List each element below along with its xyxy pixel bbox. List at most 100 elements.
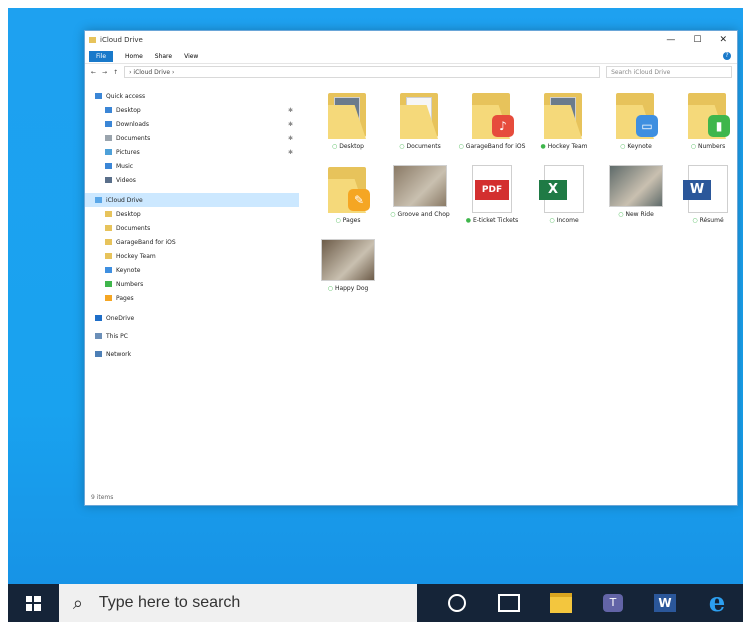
sync-status-icon: ○	[458, 143, 464, 150]
edge-button[interactable]: e	[691, 584, 743, 622]
folder-icon	[95, 351, 102, 357]
file-tile[interactable]: ● Hockey Team	[529, 91, 599, 150]
nav-item-quick[interactable]: Downloads ✱	[85, 117, 299, 131]
folder-icon	[326, 91, 370, 139]
folder-icon: ♪	[470, 91, 514, 139]
nav-item-quick[interactable]: Videos	[85, 173, 299, 187]
nav-item-quick[interactable]: Desktop ✱	[85, 103, 299, 117]
file-label: ○ GarageBand for iOS	[457, 143, 527, 150]
sync-status-icon: ○	[332, 143, 338, 150]
help-icon[interactable]: ?	[723, 52, 731, 60]
file-tile[interactable]: ▮ ○ Numbers	[673, 91, 743, 150]
file-tile[interactable]: ▭ ○ Keynote	[601, 91, 671, 150]
folder-icon	[105, 211, 112, 217]
excel-icon: X	[539, 165, 584, 213]
task-view-button[interactable]	[483, 584, 535, 622]
windows-icon	[25, 595, 41, 611]
nav-label: Desktop	[116, 210, 141, 218]
minimize-button[interactable]: —	[666, 35, 675, 45]
file-label: ○ Documents	[385, 143, 455, 150]
file-explorer-window: iCloud Drive — ☐ ✕ File Home Share View …	[84, 30, 738, 506]
file-tile[interactable]: ○ Happy Dog	[313, 239, 383, 292]
file-tile[interactable]: ♪ ○ GarageBand for iOS	[457, 91, 527, 150]
sync-status-icon: ○	[335, 217, 341, 224]
file-explorer-button[interactable]	[535, 584, 587, 622]
file-name: GarageBand for iOS	[465, 143, 526, 150]
teams-icon: T	[603, 594, 623, 612]
folder-icon	[105, 149, 112, 155]
sync-status-icon: ○	[620, 143, 626, 150]
folder-icon	[95, 315, 102, 321]
nav-item-quick[interactable]: Pictures ✱	[85, 145, 299, 159]
tab-home[interactable]: Home	[125, 53, 143, 60]
nav-item-quick[interactable]: Music	[85, 159, 299, 173]
start-button[interactable]	[8, 584, 59, 622]
nav-label: iCloud Drive	[106, 196, 143, 204]
sync-status-icon: ○	[399, 143, 405, 150]
tab-share[interactable]: Share	[155, 53, 172, 60]
quick-access-toolbar-icon[interactable]	[89, 37, 96, 43]
file-tile[interactable]: PDF ● E-ticket Tickets	[457, 165, 527, 224]
address-bar[interactable]: › iCloud Drive ›	[124, 66, 601, 78]
nav-item-icloud[interactable]: Keynote	[85, 263, 299, 277]
nav-item-icloud[interactable]: GarageBand for iOS	[85, 235, 299, 249]
file-tile[interactable]: ✎ ○ Pages	[313, 165, 383, 224]
file-name: New Ride	[625, 211, 654, 218]
sync-status-icon: ○	[618, 211, 624, 218]
back-icon[interactable]: ←	[91, 69, 96, 76]
nav-this-pc[interactable]: This PC	[85, 329, 299, 343]
up-icon[interactable]: ↑	[113, 69, 118, 76]
file-tile[interactable]: ○ New Ride	[601, 165, 671, 218]
folder-icon: ✎	[326, 165, 370, 213]
nav-quick-access[interactable]: Quick access	[85, 89, 299, 103]
file-label: ○ Desktop	[313, 143, 383, 150]
file-tile[interactable]: W ○ Résumé	[673, 165, 743, 224]
forward-icon[interactable]: →	[102, 69, 107, 76]
status-bar: 9 items	[91, 494, 114, 501]
nav-label: Videos	[116, 176, 136, 184]
search-field[interactable]: Search iCloud Drive	[606, 66, 733, 78]
nav-label: Documents	[116, 224, 151, 232]
file-tile[interactable]: X ○ Income	[529, 165, 599, 224]
maximize-button[interactable]: ☐	[693, 35, 701, 45]
address-bar-row: ← → ↑ › iCloud Drive › Search iCloud Dri…	[85, 64, 737, 80]
edge-icon: e	[708, 588, 726, 618]
file-name: Numbers	[698, 143, 726, 150]
pdf-icon: PDF	[472, 165, 512, 213]
app-badge-icon: ▭	[636, 115, 658, 137]
nav-item-icloud[interactable]: Desktop	[85, 207, 299, 221]
nav-item-icloud[interactable]: Pages	[85, 291, 299, 305]
sync-status-icon: ●	[540, 143, 546, 150]
close-button[interactable]: ✕	[719, 35, 727, 45]
taskbar: ⌕ Type here to search T W e	[8, 584, 743, 622]
teams-button[interactable]: T	[587, 584, 639, 622]
nav-item-icloud[interactable]: Numbers	[85, 277, 299, 291]
tab-view[interactable]: View	[184, 53, 198, 60]
file-name: Hockey Team	[547, 143, 588, 150]
word-button[interactable]: W	[639, 584, 691, 622]
tab-file[interactable]: File	[89, 50, 114, 62]
nav-label: OneDrive	[106, 314, 135, 322]
file-label: ○ Résumé	[673, 217, 743, 224]
nav-label: Downloads	[116, 120, 149, 128]
taskbar-search-box[interactable]: ⌕ Type here to search	[58, 584, 417, 622]
photo-thumbnail	[609, 165, 663, 207]
sync-status-icon: ○	[690, 143, 696, 150]
file-tile[interactable]: ○ Desktop	[313, 91, 383, 150]
file-label: ○ Income	[529, 217, 599, 224]
nav-onedrive[interactable]: OneDrive	[85, 311, 299, 325]
nav-item-icloud[interactable]: Hockey Team	[85, 249, 299, 263]
nav-item-icloud[interactable]: Documents	[85, 221, 299, 235]
pin-icon: ✱	[287, 148, 293, 156]
folder-icon	[105, 239, 112, 245]
file-name: Pages	[342, 217, 361, 224]
nav-icloud-drive[interactable]: iCloud Drive	[85, 193, 299, 207]
file-tile[interactable]: ○ Groove and Chop	[385, 165, 455, 218]
nav-item-quick[interactable]: Documents ✱	[85, 131, 299, 145]
cortana-button[interactable]	[431, 584, 483, 622]
sync-status-icon: ○	[549, 217, 555, 224]
file-explorer-icon	[550, 593, 572, 613]
file-tile[interactable]: ○ Documents	[385, 91, 455, 150]
task-view-icon	[498, 594, 520, 612]
nav-network[interactable]: Network	[85, 347, 299, 361]
